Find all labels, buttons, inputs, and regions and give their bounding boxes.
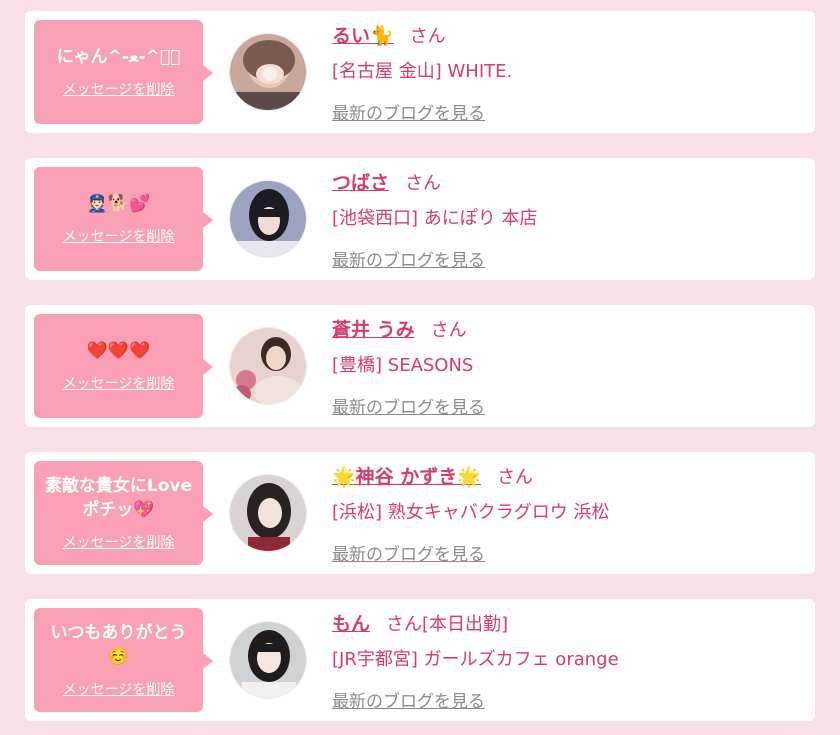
honorific-label: さん xyxy=(430,320,467,341)
work-status: [本日出勤] xyxy=(422,614,509,635)
delete-message-link[interactable]: メッセージを削除 xyxy=(63,79,175,99)
delete-message-link[interactable]: メッセージを削除 xyxy=(63,226,175,246)
shop-name: [豊橋] SEASONS xyxy=(332,355,474,376)
delete-message-link[interactable]: メッセージを削除 xyxy=(63,679,175,699)
avatar[interactable] xyxy=(229,180,307,258)
favorite-card: 素敵な貴女にLove ポチッ💖 メッセージを削除 🌟神谷 かずき🌟 さん [浜松… xyxy=(25,452,815,574)
honorific-label: さん xyxy=(405,173,442,194)
delete-message-link[interactable]: メッセージを削除 xyxy=(63,373,175,393)
message-bubble: にゃん^-ﻌ-^ฅ゙ メッセージを削除 xyxy=(34,20,213,124)
message-text: ❤️❤️❤️ xyxy=(86,341,151,361)
avatar[interactable] xyxy=(229,33,307,111)
favorite-card: にゃん^-ﻌ-^ฅ゙ メッセージを削除 るい🐈 さん [名古屋 金山] WHIT… xyxy=(25,11,815,133)
avatar[interactable] xyxy=(229,474,307,552)
latest-blog-link[interactable]: 最新のブログを見る xyxy=(332,393,485,418)
latest-blog-link[interactable]: 最新のブログを見る xyxy=(332,540,485,565)
latest-blog-link[interactable]: 最新のブログを見る xyxy=(332,99,485,124)
favorite-card: ❤️❤️❤️ メッセージを削除 蒼井 うみ さん [豊橋] SEASONS 最新… xyxy=(25,305,815,427)
favorite-card: いつもありがとう ☺️ メッセージを削除 もん さん [本日出勤] [JR宇都宮… xyxy=(25,599,815,721)
shop-name: [池袋西口] あにぽり 本店 xyxy=(332,208,538,229)
message-text: 👮🏻🐕💕 xyxy=(86,194,151,214)
message-bubble: 素敵な貴女にLove ポチッ💖 メッセージを削除 xyxy=(34,461,213,565)
latest-blog-link[interactable]: 最新のブログを見る xyxy=(332,687,485,712)
message-bubble: いつもありがとう ☺️ メッセージを削除 xyxy=(34,608,213,712)
honorific-label: さん xyxy=(496,467,533,488)
message-bubble: 👮🏻🐕💕 メッセージを削除 xyxy=(34,167,213,271)
shop-name: [名古屋 金山] WHITE. xyxy=(332,61,513,82)
shop-name: [浜松] 熟女キャバクラグロウ 浜松 xyxy=(332,502,610,523)
girl-name-link[interactable]: つばさ xyxy=(332,168,389,195)
message-text: いつもありがとう ☺️ xyxy=(50,623,187,667)
avatar[interactable] xyxy=(229,621,307,699)
favorite-list: にゃん^-ﻌ-^ฅ゙ メッセージを削除 るい🐈 さん [名古屋 金山] WHIT… xyxy=(0,0,840,735)
honorific-label: さん xyxy=(409,26,446,47)
girl-name-link[interactable]: もん xyxy=(332,609,370,636)
girl-name-link[interactable]: るい🐈 xyxy=(332,21,394,48)
message-bubble: ❤️❤️❤️ メッセージを削除 xyxy=(34,314,213,418)
favorite-card: 👮🏻🐕💕 メッセージを削除 つばさ さん [池袋西口] あにぽり 本店 最新のブ… xyxy=(25,158,815,280)
message-text: 素敵な貴女にLove ポチッ💖 xyxy=(44,476,193,520)
latest-blog-link[interactable]: 最新のブログを見る xyxy=(332,246,485,271)
girl-name-link[interactable]: 蒼井 うみ xyxy=(332,315,415,342)
delete-message-link[interactable]: メッセージを削除 xyxy=(63,532,175,552)
message-text: にゃん^-ﻌ-^ฅ゙ xyxy=(56,47,181,67)
avatar[interactable] xyxy=(229,327,307,405)
shop-name: [JR宇都宮] ガールズカフェ orange xyxy=(332,649,619,670)
girl-name-link[interactable]: 🌟神谷 かずき🌟 xyxy=(332,462,481,489)
honorific-label: さん xyxy=(386,614,423,635)
